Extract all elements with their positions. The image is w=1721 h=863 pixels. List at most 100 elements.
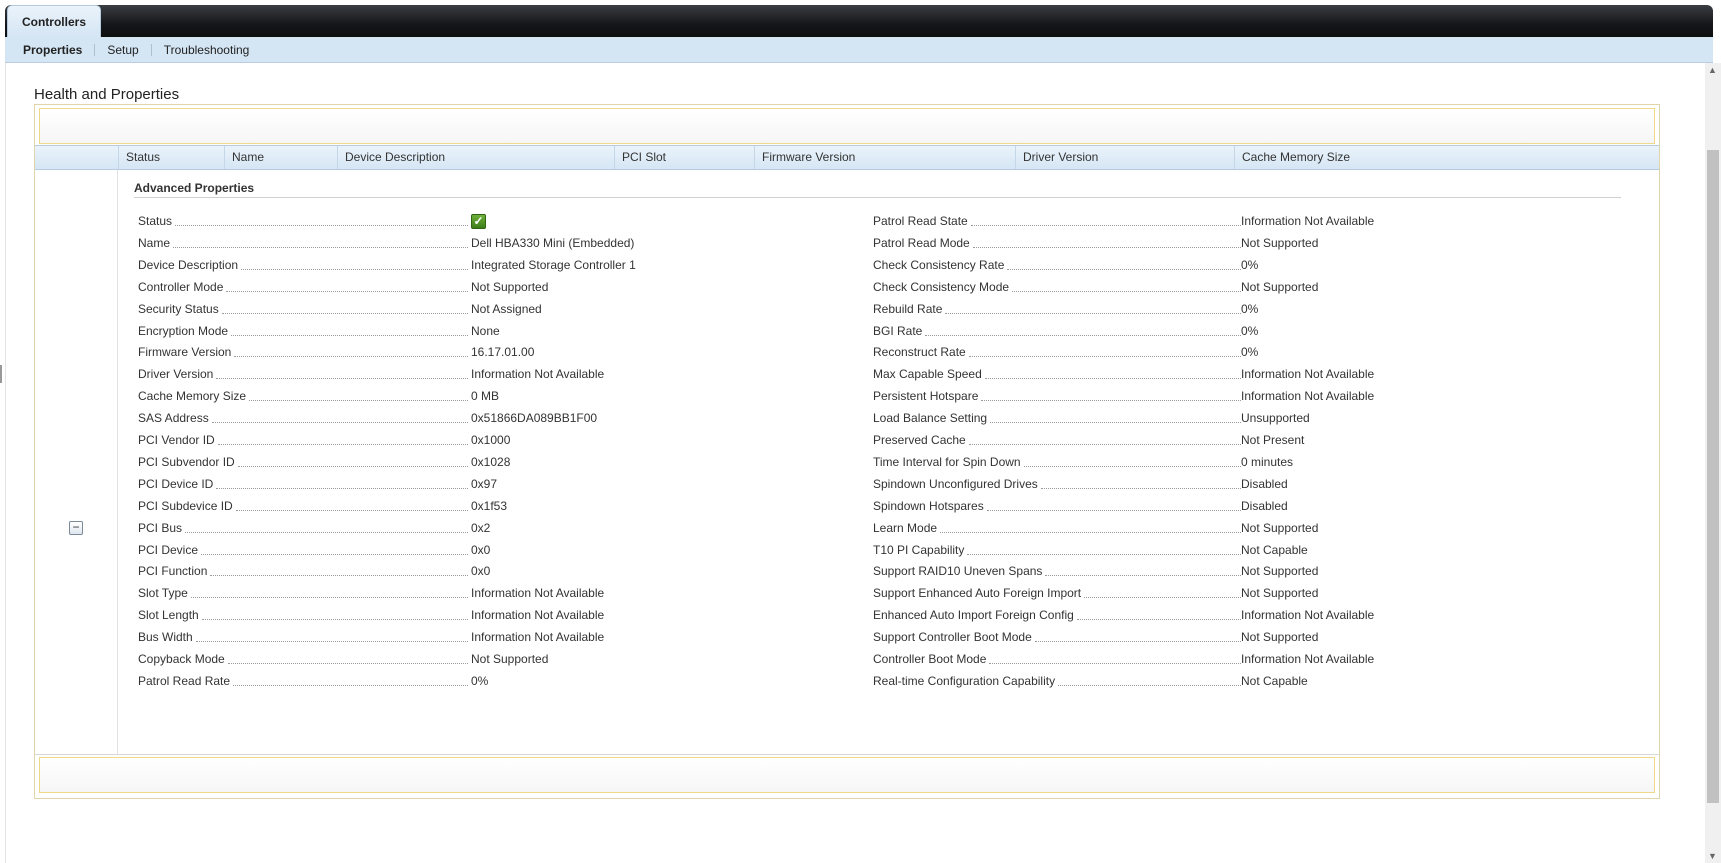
property-value: 0% — [471, 673, 489, 688]
property-row: PCI Bus 0x2 — [138, 517, 771, 538]
property-label: Controller Boot Mode — [873, 649, 1241, 669]
leader-dots — [234, 356, 468, 358]
property-label: BGI Rate — [873, 320, 1241, 341]
property-value: ✓ — [471, 211, 486, 231]
property-row: Patrol Read Rate 0% — [138, 670, 771, 691]
tab-controllers[interactable]: Controllers — [7, 5, 101, 38]
column-name[interactable]: Name — [224, 146, 337, 169]
vertical-scrollbar[interactable]: ▲ ▼ — [1705, 63, 1721, 863]
property-label-text: Time Interval for Spin Down — [873, 451, 1023, 472]
property-label-text: Support Enhanced Auto Foreign Import — [873, 583, 1084, 604]
property-value: 0% — [1241, 301, 1259, 316]
collapse-minus-icon[interactable]: − — [69, 521, 83, 535]
leader-dots — [226, 290, 468, 292]
property-label-text: Name — [138, 232, 173, 253]
property-label: PCI Function — [138, 561, 468, 582]
property-label-text: T10 PI Capability — [873, 539, 967, 560]
property-label: Time Interval for Spin Down — [873, 451, 1241, 472]
property-label: PCI Subvendor ID — [138, 451, 468, 472]
property-label: Reconstruct Rate — [873, 342, 1241, 363]
leader-dots — [195, 641, 468, 643]
property-label: Slot Type — [138, 583, 468, 604]
property-label: Driver Version — [138, 364, 468, 385]
scroll-down-arrow-icon[interactable]: ▼ — [1708, 851, 1717, 861]
property-label: Patrol Read Rate — [138, 670, 468, 691]
property-label-text: BGI Rate — [873, 320, 925, 341]
property-value: 0x0 — [471, 542, 491, 557]
property-label: Check Consistency Mode — [873, 276, 1241, 297]
column-firmware-version[interactable]: Firmware Version — [754, 146, 1015, 169]
property-value: 0 minutes — [1241, 454, 1294, 469]
property-row: Slot Type Information Not Available — [138, 583, 771, 604]
property-label: PCI Subdevice ID — [138, 495, 468, 516]
property-label-text: Spindown Unconfigured Drives — [873, 473, 1040, 494]
property-row: Support Enhanced Auto Foreign Import Not … — [873, 583, 1541, 604]
property-label-text: Support Controller Boot Mode — [873, 627, 1034, 648]
property-row: BGI Rate 0% — [873, 320, 1541, 341]
property-value: Information Not Available — [1241, 389, 1375, 404]
property-label-text: Check Consistency Mode — [873, 276, 1012, 297]
column-status[interactable]: Status — [118, 146, 224, 169]
subnav-troubleshooting[interactable]: Troubleshooting — [150, 43, 262, 56]
property-label: Spindown Hotspares — [873, 495, 1241, 516]
property-row: Persistent Hotspare Information Not Avail… — [873, 386, 1541, 407]
property-label: Patrol Read Mode — [873, 232, 1241, 253]
property-label: Cache Memory Size — [138, 386, 468, 407]
property-label: Security Status — [138, 298, 468, 319]
leader-dots — [970, 225, 1241, 226]
column-cache-memory-size[interactable]: Cache Memory Size — [1234, 146, 1659, 169]
leader-dots — [1034, 641, 1241, 643]
property-row: Patrol Read Mode Not Supported — [873, 232, 1541, 253]
leader-dots — [968, 444, 1241, 445]
property-label: Encryption Mode — [138, 320, 468, 341]
left-edge-marker — [0, 365, 2, 383]
subnav-setup[interactable]: Setup — [94, 43, 150, 56]
property-label: Controller Mode — [138, 276, 468, 297]
property-label: Status — [138, 211, 468, 231]
property-value: 0x1000 — [471, 433, 511, 447]
column-pci-slot[interactable]: PCI Slot — [614, 146, 754, 169]
property-row: Bus Width Information Not Available — [138, 627, 771, 648]
scroll-thumb[interactable] — [1707, 150, 1719, 803]
property-row: Check Consistency Mode Not Supported — [873, 276, 1541, 297]
leader-dots — [235, 509, 468, 511]
leader-dots — [1012, 290, 1241, 292]
property-row: Security Status Not Assigned — [138, 298, 771, 319]
property-label-text: PCI Subvendor ID — [138, 451, 237, 472]
property-label-text: PCI Bus — [138, 517, 185, 538]
leader-dots — [249, 400, 468, 402]
leader-dots — [972, 246, 1241, 248]
page-title: Health and Properties — [34, 86, 180, 103]
property-value: Information Not Available — [1241, 652, 1375, 666]
property-value: Information Not Available — [471, 630, 605, 645]
property-value: Not Assigned — [471, 301, 542, 316]
property-label-text: Device Description — [138, 254, 241, 275]
property-label: PCI Bus — [138, 517, 468, 538]
property-label: Patrol Read State — [873, 211, 1241, 231]
property-value: Information Not Available — [471, 608, 605, 623]
leader-dots — [1084, 597, 1241, 599]
property-value: Information Not Available — [471, 367, 605, 382]
leader-dots — [925, 334, 1241, 336]
column-driver-version[interactable]: Driver Version — [1015, 146, 1234, 169]
table-header: Status Name Device Description PCI Slot … — [35, 145, 1659, 170]
column-device-description[interactable]: Device Description — [337, 146, 614, 169]
property-label: Device Description — [138, 254, 468, 275]
property-label: PCI Device — [138, 539, 468, 560]
property-label-text: PCI Device — [138, 539, 201, 560]
property-label: Preserved Cache — [873, 430, 1241, 450]
property-label-text: Slot Length — [138, 605, 201, 626]
leader-dots — [173, 246, 468, 248]
property-row: Enhanced Auto Import Foreign Config Infor… — [873, 605, 1541, 626]
property-label-text: Patrol Read Mode — [873, 232, 972, 253]
property-label-text: Patrol Read Rate — [138, 670, 233, 691]
property-row: Preserved Cache Not Present — [873, 430, 1541, 450]
property-row: Encryption Mode None — [138, 320, 771, 341]
property-value: Not Supported — [1241, 586, 1319, 601]
scroll-up-arrow-icon[interactable]: ▲ — [1708, 65, 1717, 75]
property-row: Check Consistency Rate 0% — [873, 254, 1541, 275]
subnav-properties[interactable]: Properties — [16, 44, 94, 56]
property-label: Bus Width — [138, 627, 468, 648]
left-edge — [0, 63, 6, 863]
property-label: Enhanced Auto Import Foreign Config — [873, 605, 1241, 626]
